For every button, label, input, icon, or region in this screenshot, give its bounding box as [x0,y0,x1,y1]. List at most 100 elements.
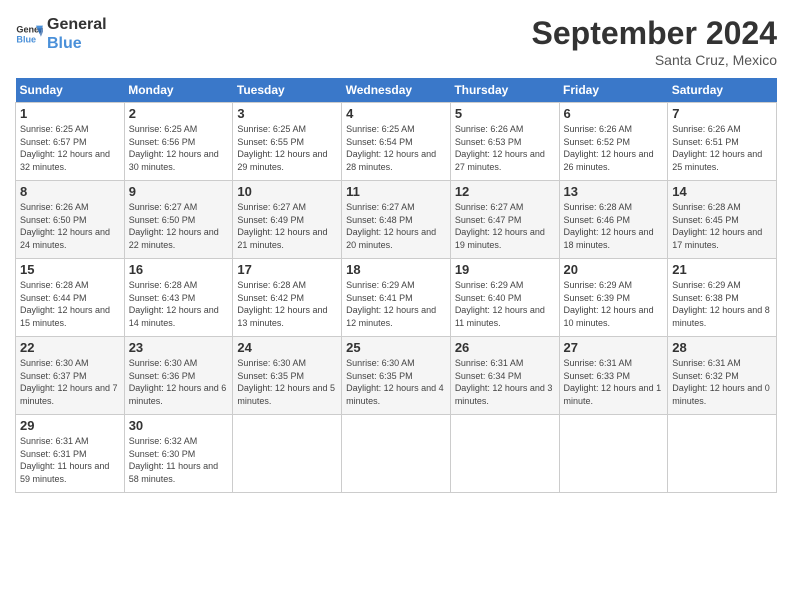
day-info: Sunrise: 6:28 AM Sunset: 6:46 PM Dayligh… [564,201,664,251]
daylight-label: Daylight: 11 hours and 59 minutes. [20,461,109,484]
sunrise-label: Sunrise: 6:29 AM [672,280,741,290]
sunset-label: Sunset: 6:54 PM [346,137,413,147]
sunrise-label: Sunrise: 6:26 AM [455,124,524,134]
calendar-cell: 24 Sunrise: 6:30 AM Sunset: 6:35 PM Dayl… [233,337,342,415]
day-info: Sunrise: 6:25 AM Sunset: 6:54 PM Dayligh… [346,123,446,173]
day-number: 3 [237,106,337,121]
sunrise-label: Sunrise: 6:25 AM [346,124,415,134]
logo-icon: General Blue [15,20,43,48]
calendar-cell: 1 Sunrise: 6:25 AM Sunset: 6:57 PM Dayli… [16,103,125,181]
calendar-cell [559,415,668,493]
day-info: Sunrise: 6:26 AM Sunset: 6:50 PM Dayligh… [20,201,120,251]
calendar-cell: 7 Sunrise: 6:26 AM Sunset: 6:51 PM Dayli… [668,103,777,181]
logo-blue: Blue [47,34,107,53]
sunset-label: Sunset: 6:53 PM [455,137,522,147]
day-number: 22 [20,340,120,355]
sunrise-label: Sunrise: 6:25 AM [129,124,198,134]
day-number: 25 [346,340,446,355]
calendar-cell: 28 Sunrise: 6:31 AM Sunset: 6:32 PM Dayl… [668,337,777,415]
daylight-label: Daylight: 12 hours and 6 minutes. [129,383,227,406]
sunrise-label: Sunrise: 6:26 AM [672,124,741,134]
daylight-label: Daylight: 12 hours and 20 minutes. [346,227,436,250]
calendar-row: 8 Sunrise: 6:26 AM Sunset: 6:50 PM Dayli… [16,181,777,259]
calendar-cell: 21 Sunrise: 6:29 AM Sunset: 6:38 PM Dayl… [668,259,777,337]
sunset-label: Sunset: 6:40 PM [455,293,522,303]
calendar-cell: 6 Sunrise: 6:26 AM Sunset: 6:52 PM Dayli… [559,103,668,181]
daylight-label: Daylight: 12 hours and 5 minutes. [237,383,335,406]
daylight-label: Daylight: 12 hours and 3 minutes. [455,383,553,406]
day-info: Sunrise: 6:31 AM Sunset: 6:33 PM Dayligh… [564,357,664,407]
day-number: 28 [672,340,772,355]
calendar-cell: 17 Sunrise: 6:28 AM Sunset: 6:42 PM Dayl… [233,259,342,337]
header-row: Sunday Monday Tuesday Wednesday Thursday… [16,78,777,103]
main-container: General Blue General Blue September 2024… [0,0,792,503]
col-thursday: Thursday [450,78,559,103]
calendar-cell: 9 Sunrise: 6:27 AM Sunset: 6:50 PM Dayli… [124,181,233,259]
sunset-label: Sunset: 6:49 PM [237,215,304,225]
sunset-label: Sunset: 6:42 PM [237,293,304,303]
calendar-cell: 18 Sunrise: 6:29 AM Sunset: 6:41 PM Dayl… [342,259,451,337]
sunrise-label: Sunrise: 6:30 AM [129,358,198,368]
calendar-cell: 22 Sunrise: 6:30 AM Sunset: 6:37 PM Dayl… [16,337,125,415]
sunrise-label: Sunrise: 6:31 AM [20,436,89,446]
sunrise-label: Sunrise: 6:25 AM [237,124,306,134]
calendar-cell: 2 Sunrise: 6:25 AM Sunset: 6:56 PM Dayli… [124,103,233,181]
day-info: Sunrise: 6:31 AM Sunset: 6:32 PM Dayligh… [672,357,772,407]
calendar-cell: 14 Sunrise: 6:28 AM Sunset: 6:45 PM Dayl… [668,181,777,259]
day-info: Sunrise: 6:27 AM Sunset: 6:47 PM Dayligh… [455,201,555,251]
day-info: Sunrise: 6:29 AM Sunset: 6:39 PM Dayligh… [564,279,664,329]
sunrise-label: Sunrise: 6:31 AM [455,358,524,368]
day-number: 27 [564,340,664,355]
logo: General Blue General Blue [15,15,107,53]
sunrise-label: Sunrise: 6:28 AM [129,280,198,290]
sunrise-label: Sunrise: 6:29 AM [564,280,633,290]
day-number: 20 [564,262,664,277]
sunset-label: Sunset: 6:46 PM [564,215,631,225]
daylight-label: Daylight: 12 hours and 0 minutes. [672,383,770,406]
sunset-label: Sunset: 6:41 PM [346,293,413,303]
day-info: Sunrise: 6:28 AM Sunset: 6:45 PM Dayligh… [672,201,772,251]
daylight-label: Daylight: 12 hours and 26 minutes. [564,149,654,172]
day-number: 13 [564,184,664,199]
month-title: September 2024 [532,15,777,52]
sunset-label: Sunset: 6:36 PM [129,371,196,381]
calendar-cell: 13 Sunrise: 6:28 AM Sunset: 6:46 PM Dayl… [559,181,668,259]
calendar-cell: 26 Sunrise: 6:31 AM Sunset: 6:34 PM Dayl… [450,337,559,415]
day-info: Sunrise: 6:27 AM Sunset: 6:50 PM Dayligh… [129,201,229,251]
sunset-label: Sunset: 6:38 PM [672,293,739,303]
sunrise-label: Sunrise: 6:30 AM [346,358,415,368]
day-info: Sunrise: 6:27 AM Sunset: 6:48 PM Dayligh… [346,201,446,251]
daylight-label: Daylight: 12 hours and 7 minutes. [20,383,118,406]
sunset-label: Sunset: 6:57 PM [20,137,87,147]
calendar-row: 22 Sunrise: 6:30 AM Sunset: 6:37 PM Dayl… [16,337,777,415]
calendar-cell: 20 Sunrise: 6:29 AM Sunset: 6:39 PM Dayl… [559,259,668,337]
daylight-label: Daylight: 12 hours and 14 minutes. [129,305,219,328]
day-info: Sunrise: 6:30 AM Sunset: 6:35 PM Dayligh… [346,357,446,407]
sunrise-label: Sunrise: 6:27 AM [237,202,306,212]
calendar-cell: 15 Sunrise: 6:28 AM Sunset: 6:44 PM Dayl… [16,259,125,337]
daylight-label: Daylight: 12 hours and 1 minute. [564,383,662,406]
sunset-label: Sunset: 6:50 PM [20,215,87,225]
sunset-label: Sunset: 6:52 PM [564,137,631,147]
day-info: Sunrise: 6:26 AM Sunset: 6:51 PM Dayligh… [672,123,772,173]
day-number: 24 [237,340,337,355]
day-number: 30 [129,418,229,433]
day-number: 7 [672,106,772,121]
daylight-label: Daylight: 12 hours and 19 minutes. [455,227,545,250]
day-info: Sunrise: 6:25 AM Sunset: 6:56 PM Dayligh… [129,123,229,173]
calendar-cell: 4 Sunrise: 6:25 AM Sunset: 6:54 PM Dayli… [342,103,451,181]
sunrise-label: Sunrise: 6:28 AM [564,202,633,212]
calendar-cell: 19 Sunrise: 6:29 AM Sunset: 6:40 PM Dayl… [450,259,559,337]
logo-general: General [47,15,107,34]
day-number: 5 [455,106,555,121]
calendar-cell: 5 Sunrise: 6:26 AM Sunset: 6:53 PM Dayli… [450,103,559,181]
daylight-label: Daylight: 12 hours and 30 minutes. [129,149,219,172]
daylight-label: Daylight: 12 hours and 10 minutes. [564,305,654,328]
calendar-cell: 27 Sunrise: 6:31 AM Sunset: 6:33 PM Dayl… [559,337,668,415]
calendar-cell: 8 Sunrise: 6:26 AM Sunset: 6:50 PM Dayli… [16,181,125,259]
col-friday: Friday [559,78,668,103]
day-number: 18 [346,262,446,277]
col-saturday: Saturday [668,78,777,103]
sunset-label: Sunset: 6:31 PM [20,449,87,459]
sunset-label: Sunset: 6:33 PM [564,371,631,381]
